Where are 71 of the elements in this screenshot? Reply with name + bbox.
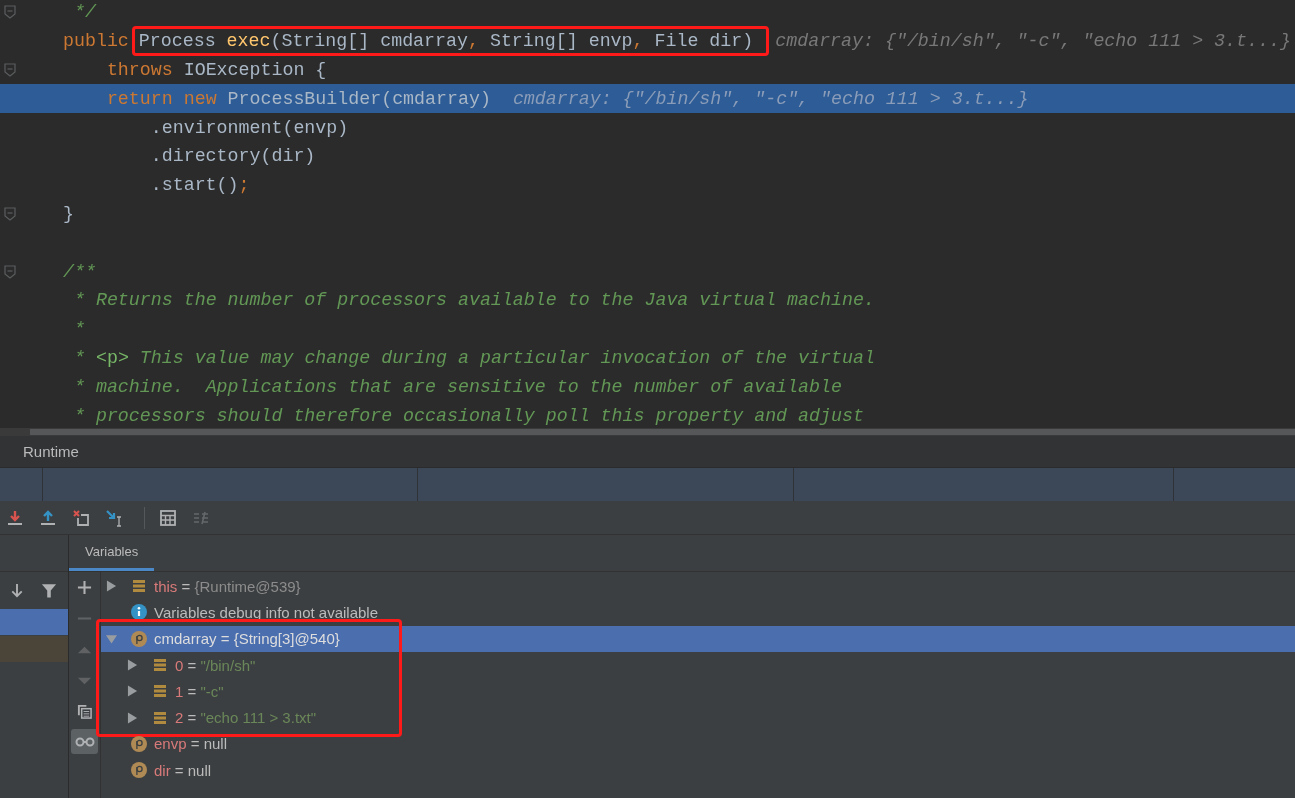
variables-tab[interactable]: Variables — [69, 535, 155, 571]
scrollbar-thumb[interactable] — [30, 429, 1295, 435]
variable-value: {Runtime@539} — [194, 577, 301, 595]
variable-name: 1 — [175, 682, 184, 700]
variable-value: "-c" — [200, 682, 224, 700]
inline-value-hint: cmdarray: {"/bin/sh", "-c", "echo 111 > 3.t...} — [775, 31, 1291, 52]
code-text: .directory(dir) — [149, 146, 316, 167]
fold-marker-icon[interactable] — [4, 5, 16, 20]
expanded-triangle-icon[interactable] — [106, 632, 117, 645]
collapsed-triangle-icon[interactable] — [127, 711, 138, 724]
code-text: * machine. Applications that are sensitive to the number of available — [73, 376, 842, 397]
variable-value: null — [187, 761, 212, 779]
code-text: Process exec(String[] cmdarray, String[] envp, File dir) — [138, 31, 754, 52]
down-arrow-icon[interactable] — [9, 582, 25, 599]
field-list-icon — [152, 683, 168, 700]
equals-sign: = — [220, 630, 230, 648]
code-text: * processors should therefore occasionally poll this property and adjust — [73, 405, 864, 426]
variable-value: "echo 111 > 3.txt" — [200, 709, 317, 727]
fold-marker-icon[interactable] — [4, 63, 16, 77]
equals-sign: = — [187, 682, 197, 700]
upload-arrow-icon[interactable] — [39, 508, 57, 527]
code-text: */ — [73, 2, 96, 23]
variable-name: envp — [154, 735, 187, 753]
code-text: return new ProcessBuilder(cmdarray) — [105, 88, 491, 109]
variable-name: this — [154, 577, 178, 595]
info-icon — [131, 604, 147, 621]
collapsed-triangle-icon[interactable] — [127, 659, 138, 672]
variable-name: 0 — [175, 656, 184, 674]
parameter-icon — [131, 762, 147, 779]
code-text: throws IOException { — [105, 60, 327, 80]
copy-icon[interactable] — [77, 704, 92, 719]
cross-frame-icon[interactable] — [72, 508, 90, 527]
collapsed-triangle-icon[interactable] — [106, 580, 117, 593]
code-text: * — [73, 319, 85, 340]
variable-value: null — [203, 735, 227, 753]
equals-sign: = — [181, 577, 191, 595]
code-text: .environment(envp) — [149, 117, 349, 138]
equals-sign: = — [187, 709, 197, 727]
table-icon[interactable] — [159, 508, 177, 527]
equals-sign: = — [174, 761, 184, 779]
variable-name: 2 — [175, 709, 184, 727]
variable-name: cmdarray — [154, 630, 217, 648]
code-text: /** — [63, 261, 96, 282]
tool-window-title: Runtime — [23, 443, 79, 460]
add-icon[interactable] — [77, 580, 92, 595]
variable-value: "/bin/sh" — [200, 656, 256, 674]
collapsed-triangle-icon[interactable] — [127, 685, 138, 698]
field-list-icon — [152, 657, 168, 674]
field-list-icon — [131, 578, 147, 595]
parameter-icon — [131, 735, 147, 752]
filter-icon[interactable] — [41, 582, 57, 599]
code-editor[interactable] — [0, 0, 1295, 428]
selected-row[interactable]: cmdarray = {String[3]@540} — [101, 625, 1295, 652]
variable-name: dir — [154, 761, 171, 779]
field-list-icon — [152, 709, 168, 726]
fold-marker-icon[interactable] — [4, 206, 16, 221]
code-text: public — [63, 31, 129, 52]
equals-sign: = — [187, 656, 197, 674]
glasses-icon[interactable] — [71, 729, 98, 754]
info-message: Variables debug info not available — [154, 603, 379, 621]
fold-marker-icon[interactable] — [4, 264, 16, 279]
variable-value: {String[3]@540} — [233, 630, 340, 648]
code-text: } — [63, 203, 74, 224]
code-text: .start(); — [149, 175, 250, 196]
download-arrow-icon[interactable] — [6, 508, 24, 527]
equals-sign: = — [190, 735, 200, 753]
parameter-icon — [131, 630, 147, 647]
code-text: * Returns the number of processors available to the Java virtual machine. — [73, 290, 875, 311]
inline-value-hint: cmdarray: {"/bin/sh", "-c", "echo 111 > 3.t...} — [512, 88, 1029, 109]
code-text: * <p> This value may change during a particular invocation of the virtual — [73, 347, 875, 368]
arrow-cursor-icon[interactable] — [105, 508, 123, 527]
